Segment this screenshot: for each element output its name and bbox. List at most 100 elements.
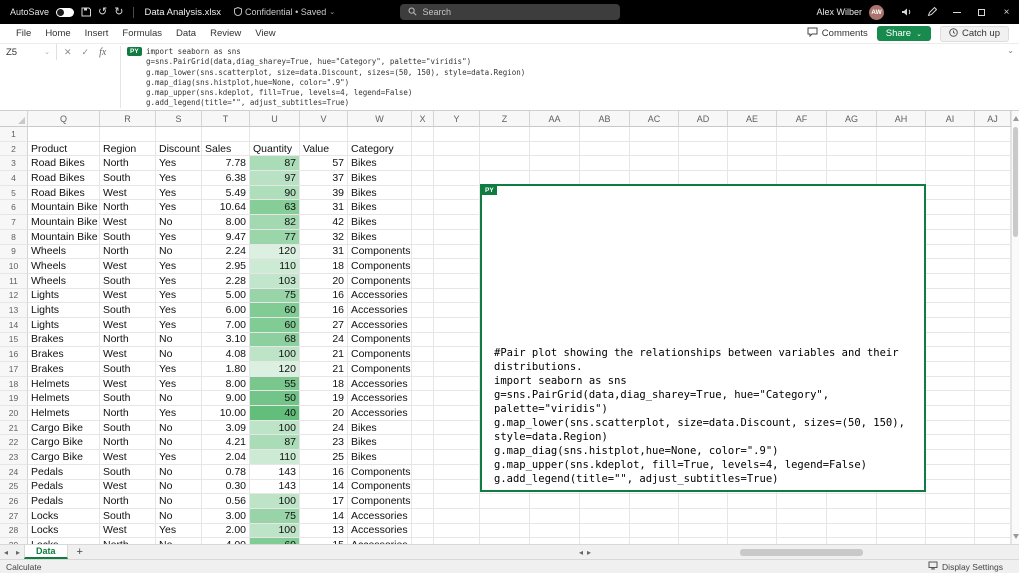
cell-Q25[interactable]: Pedals: [28, 480, 100, 495]
cell-X6[interactable]: [412, 200, 434, 215]
cell-X21[interactable]: [412, 421, 434, 436]
cell-S4[interactable]: Yes: [156, 171, 202, 186]
cell-U14[interactable]: 60: [250, 318, 300, 333]
cell-T13[interactable]: 6.00: [202, 303, 250, 318]
cell-AI12[interactable]: [926, 289, 975, 304]
cell-W9[interactable]: Components: [348, 245, 412, 260]
cell-X18[interactable]: [412, 377, 434, 392]
column-header-R[interactable]: R: [100, 111, 156, 127]
cell-S22[interactable]: No: [156, 435, 202, 450]
cell-W7[interactable]: Bikes: [348, 215, 412, 230]
cell-R12[interactable]: West: [100, 289, 156, 304]
cell-Q18[interactable]: Helmets: [28, 377, 100, 392]
column-header-X[interactable]: X: [412, 111, 434, 127]
share-button[interactable]: Share ⌄: [877, 26, 931, 41]
cell-U25[interactable]: 143: [250, 480, 300, 495]
cell-Z1[interactable]: [480, 127, 530, 142]
cell-AD26[interactable]: [679, 494, 728, 509]
cell-T25[interactable]: 0.30: [202, 480, 250, 495]
column-header-V[interactable]: V: [300, 111, 348, 127]
cell-Y13[interactable]: [434, 303, 480, 318]
cell-AI26[interactable]: [926, 494, 975, 509]
cell-U21[interactable]: 100: [250, 421, 300, 436]
cell-T26[interactable]: 0.56: [202, 494, 250, 509]
cell-Y4[interactable]: [434, 171, 480, 186]
cell-Y14[interactable]: [434, 318, 480, 333]
cell-AJ18[interactable]: [975, 377, 1011, 392]
cell-T19[interactable]: 9.00: [202, 391, 250, 406]
cell-AD1[interactable]: [679, 127, 728, 142]
cell-Q22[interactable]: Cargo Bike: [28, 435, 100, 450]
cell-AE27[interactable]: [728, 509, 777, 524]
cell-AH26[interactable]: [877, 494, 926, 509]
cell-AC28[interactable]: [630, 524, 679, 539]
cell-AJ14[interactable]: [975, 318, 1011, 333]
cell-V6[interactable]: 31: [300, 200, 348, 215]
save-icon[interactable]: [81, 7, 91, 17]
cell-AG27[interactable]: [827, 509, 877, 524]
cell-Y24[interactable]: [434, 465, 480, 480]
column-header-AJ[interactable]: AJ: [975, 111, 1011, 127]
cell-AE28[interactable]: [728, 524, 777, 539]
row-header-23[interactable]: 23: [0, 450, 28, 465]
cell-S3[interactable]: Yes: [156, 156, 202, 171]
cell-T1[interactable]: [202, 127, 250, 142]
cell-AH3[interactable]: [877, 156, 926, 171]
row-header-13[interactable]: 13: [0, 303, 28, 318]
minimize-button[interactable]: [944, 0, 969, 24]
cell-AF3[interactable]: [777, 156, 827, 171]
column-header-AD[interactable]: AD: [679, 111, 728, 127]
row-header-18[interactable]: 18: [0, 377, 28, 392]
cell-W23[interactable]: Bikes: [348, 450, 412, 465]
cell-AJ1[interactable]: [975, 127, 1011, 142]
cell-Z28[interactable]: [480, 524, 530, 539]
cell-AJ26[interactable]: [975, 494, 1011, 509]
cell-AG3[interactable]: [827, 156, 877, 171]
cell-W16[interactable]: Components: [348, 347, 412, 362]
cell-V24[interactable]: 16: [300, 465, 348, 480]
cell-U8[interactable]: 77: [250, 230, 300, 245]
cell-R17[interactable]: South: [100, 362, 156, 377]
display-settings-button[interactable]: Display Settings: [942, 562, 1003, 572]
cell-R10[interactable]: West: [100, 259, 156, 274]
cell-AE2[interactable]: [728, 142, 777, 157]
cell-S23[interactable]: Yes: [156, 450, 202, 465]
row-header-5[interactable]: 5: [0, 186, 28, 201]
cell-AJ6[interactable]: [975, 200, 1011, 215]
cell-W21[interactable]: Bikes: [348, 421, 412, 436]
cell-AB28[interactable]: [580, 524, 630, 539]
cell-W2[interactable]: Category: [348, 142, 412, 157]
cell-Y20[interactable]: [434, 406, 480, 421]
cell-T4[interactable]: 6.38: [202, 171, 250, 186]
cell-Y17[interactable]: [434, 362, 480, 377]
cell-Q23[interactable]: Cargo Bike: [28, 450, 100, 465]
cell-AH27[interactable]: [877, 509, 926, 524]
cell-T28[interactable]: 2.00: [202, 524, 250, 539]
cell-AI21[interactable]: [926, 421, 975, 436]
cell-W10[interactable]: Components: [348, 259, 412, 274]
cell-V1[interactable]: [300, 127, 348, 142]
cell-AI3[interactable]: [926, 156, 975, 171]
cell-W4[interactable]: Bikes: [348, 171, 412, 186]
cell-X13[interactable]: [412, 303, 434, 318]
row-header-14[interactable]: 14: [0, 318, 28, 333]
select-all-corner[interactable]: [0, 111, 28, 127]
cell-AJ27[interactable]: [975, 509, 1011, 524]
cell-AD2[interactable]: [679, 142, 728, 157]
cell-AI2[interactable]: [926, 142, 975, 157]
scroll-down-icon[interactable]: [1013, 534, 1019, 539]
row-header-2[interactable]: 2: [0, 142, 28, 157]
cell-W22[interactable]: Bikes: [348, 435, 412, 450]
cell-Y3[interactable]: [434, 156, 480, 171]
cell-S13[interactable]: Yes: [156, 303, 202, 318]
row-header-19[interactable]: 19: [0, 391, 28, 406]
document-title[interactable]: Data Analysis.xlsx: [144, 7, 221, 18]
cell-AC27[interactable]: [630, 509, 679, 524]
cell-U6[interactable]: 63: [250, 200, 300, 215]
column-header-Q[interactable]: Q: [28, 111, 100, 127]
row-header-24[interactable]: 24: [0, 465, 28, 480]
autosave-toggle[interactable]: [56, 8, 74, 17]
vertical-scroll-thumb[interactable]: [1013, 127, 1018, 237]
cell-AB2[interactable]: [580, 142, 630, 157]
cell-U4[interactable]: 97: [250, 171, 300, 186]
